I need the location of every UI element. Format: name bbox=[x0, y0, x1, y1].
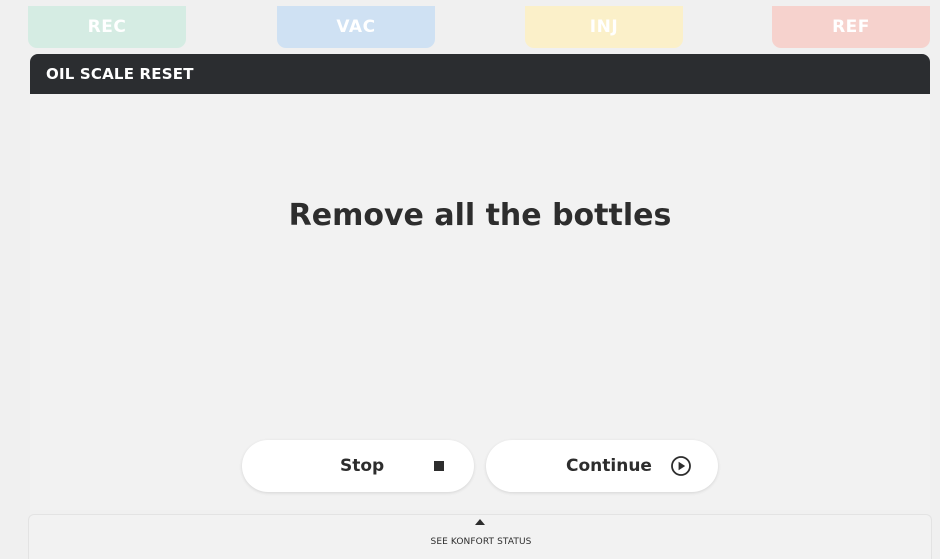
konfort-status-toggle[interactable]: SEE KONFORT STATUS bbox=[28, 514, 932, 559]
stop-button[interactable]: Stop bbox=[242, 440, 474, 492]
stop-button-label: Stop bbox=[340, 456, 385, 476]
panel-body: Remove all the bottles bbox=[30, 94, 930, 510]
play-circle-icon bbox=[671, 456, 691, 476]
stop-square-icon bbox=[434, 461, 444, 471]
tab-inj[interactable]: INJ bbox=[525, 6, 683, 48]
panel-title: OIL SCALE RESET bbox=[30, 54, 930, 94]
tab-rec[interactable]: REC bbox=[28, 6, 186, 48]
caret-up-icon bbox=[475, 519, 485, 525]
mode-tabs: REC VAC INJ REF bbox=[0, 0, 940, 50]
continue-button[interactable]: Continue bbox=[486, 440, 718, 492]
continue-button-label: Continue bbox=[566, 456, 652, 476]
instruction-message: Remove all the bottles bbox=[288, 198, 672, 233]
status-toggle-label: SEE KONFORT STATUS bbox=[430, 537, 532, 547]
tab-ref[interactable]: REF bbox=[772, 6, 930, 48]
tab-vac[interactable]: VAC bbox=[277, 6, 435, 48]
